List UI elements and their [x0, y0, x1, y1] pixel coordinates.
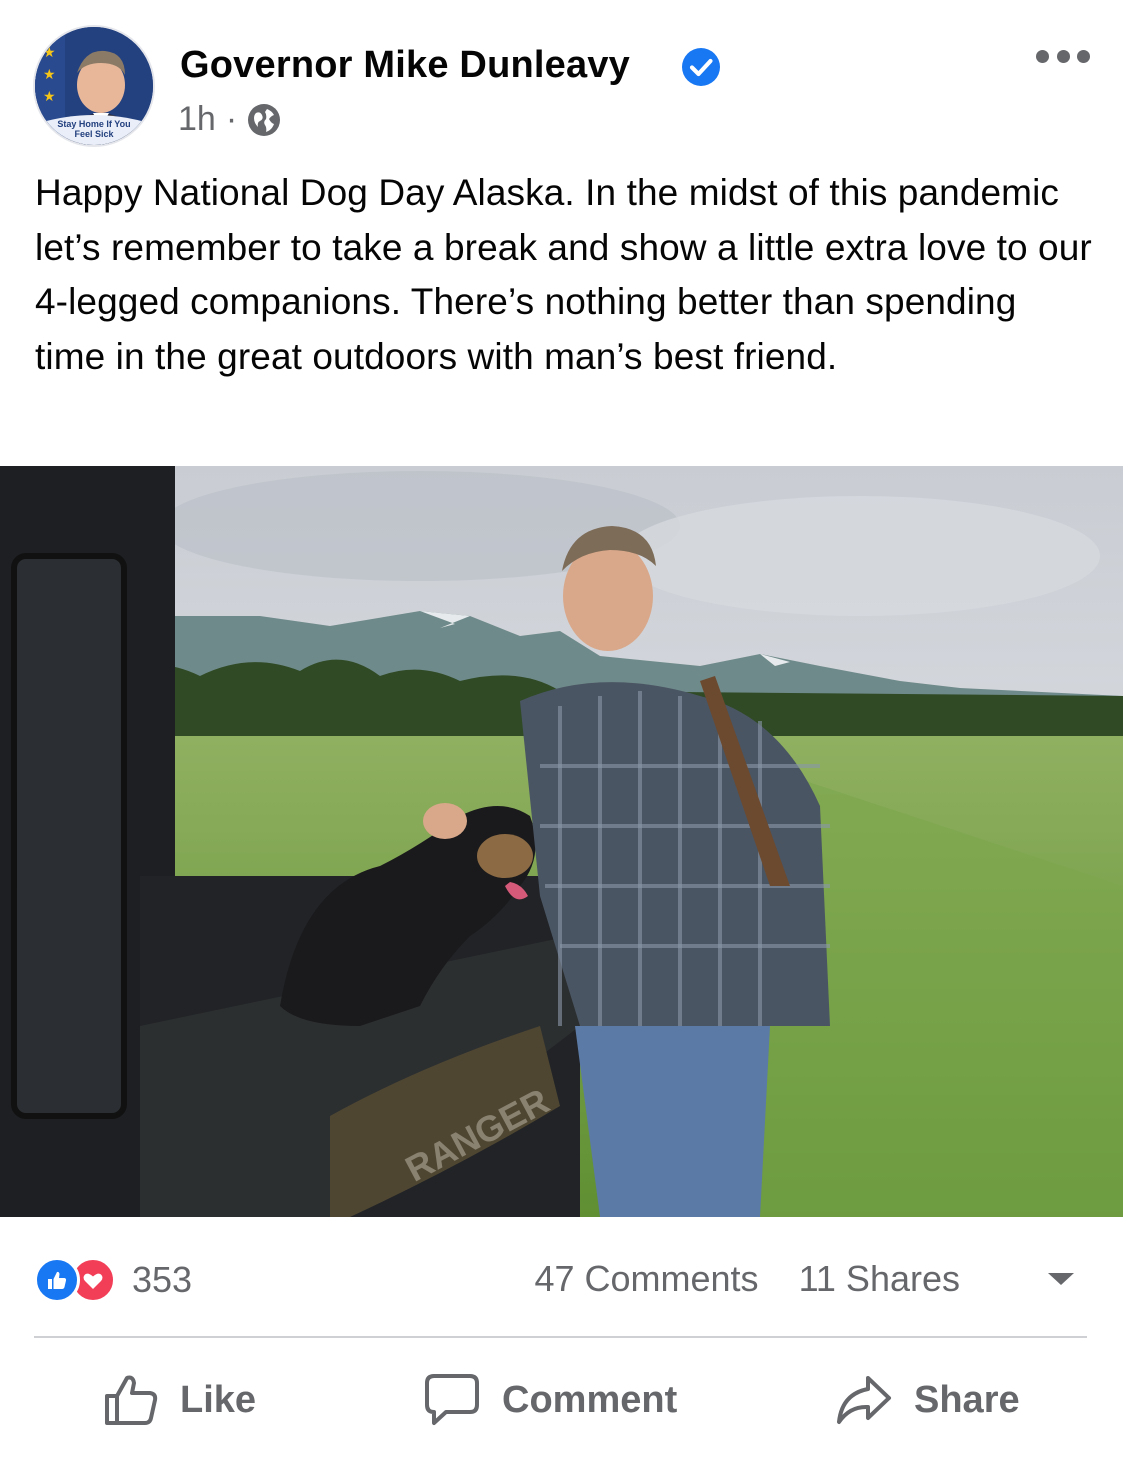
post-body-text: Happy National Dog Day Alaska. In the mi… — [35, 172, 1092, 377]
chevron-down-icon[interactable] — [1046, 1271, 1076, 1287]
photo-illustration: RANGER — [0, 466, 1123, 1217]
share-arrow-icon — [837, 1376, 891, 1424]
svg-text:★: ★ — [43, 45, 56, 61]
more-dot — [1056, 49, 1070, 63]
more-dot — [1036, 49, 1049, 63]
author-name[interactable]: Governor Mike Dunleavy — [180, 44, 630, 87]
share-button[interactable]: Share — [836, 1370, 1020, 1430]
reactions-summary[interactable]: 353 — [34, 1257, 192, 1303]
post-meta: 1h · — [178, 100, 281, 139]
like-button-label: Like — [180, 1378, 257, 1421]
thumbs-up-icon — [105, 1375, 158, 1425]
share-button-label: Share — [914, 1378, 1020, 1421]
divider — [34, 1336, 1087, 1338]
comments-count[interactable]: 47 Comments — [534, 1258, 758, 1299]
avatar-badge-text: Stay Home If You Feel Sick — [57, 119, 131, 139]
engagement-counts: 47 Comments 11 Shares — [534, 1258, 960, 1300]
author-avatar[interactable]: ★ ★ ★ Stay Home If You Feel Sick — [33, 25, 155, 147]
shares-count[interactable]: 11 Shares — [799, 1258, 960, 1299]
more-dot — [1077, 49, 1090, 63]
more-options-icon[interactable] — [1036, 45, 1090, 67]
post-timestamp[interactable]: 1h — [178, 100, 216, 139]
comment-button-label: Comment — [502, 1378, 678, 1421]
reaction-count: 353 — [132, 1259, 193, 1300]
comment-bubble-icon — [425, 1374, 479, 1425]
globe-icon — [248, 103, 281, 136]
svg-text:★: ★ — [43, 67, 56, 83]
like-button[interactable]: Like — [104, 1370, 256, 1430]
verified-badge-icon — [682, 48, 720, 86]
svg-text:★: ★ — [43, 89, 56, 105]
meta-separator: · — [225, 100, 238, 138]
like-reaction-icon — [34, 1257, 80, 1303]
post-photo[interactable]: RANGER — [0, 466, 1123, 1217]
comment-button[interactable]: Comment — [424, 1370, 677, 1430]
